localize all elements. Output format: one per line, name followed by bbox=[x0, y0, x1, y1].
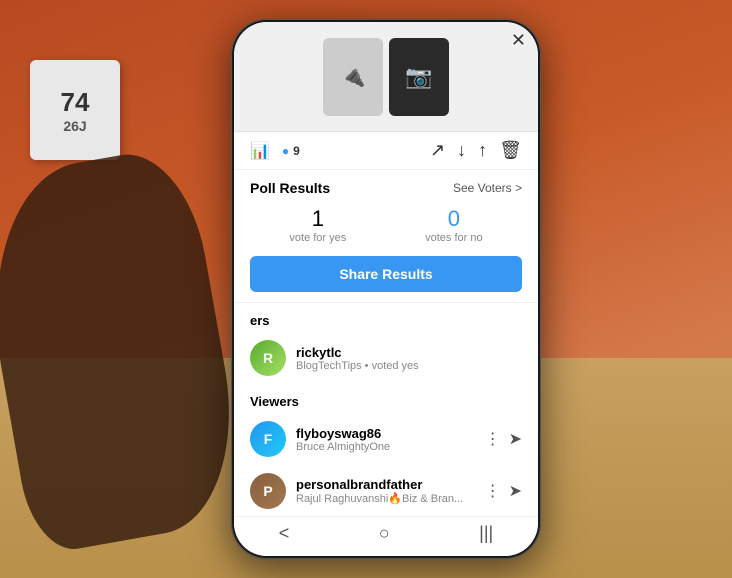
voter-row: R rickytlc BlogTechTips • voted yes bbox=[234, 332, 538, 384]
voter-name: rickytlc bbox=[296, 345, 522, 360]
poll-section: Poll Results See Voters > 1 vote for yes… bbox=[234, 170, 538, 303]
phone-wrapper: 🔌 📷 ✕ 📊 ● 9 ↗ ↓ ↑ 🗑 bbox=[231, 19, 541, 559]
home-button[interactable]: ○ bbox=[379, 523, 390, 544]
bottom-nav: < ○ ||| bbox=[234, 516, 538, 556]
viewer-2-sub: Rajul Raghuvanshi🔥Biz & Bran... bbox=[296, 492, 475, 505]
phone: 🔌 📷 ✕ 📊 ● 9 ↗ ↓ ↑ 🗑 bbox=[231, 19, 541, 559]
voters-label: ers bbox=[234, 303, 538, 332]
viewer-1-info: flyboyswag86 Bruce AlmightyOne bbox=[296, 426, 475, 453]
poll-title: Poll Results bbox=[250, 180, 330, 196]
avatar-1: F bbox=[250, 421, 286, 457]
viewer-1-actions: ⋮ ➤ bbox=[485, 429, 522, 449]
vote-no: 0 votes for no bbox=[425, 206, 482, 244]
story-thumbnails: 🔌 📷 bbox=[323, 38, 449, 116]
story-thumb-1: 🔌 bbox=[323, 38, 383, 116]
voter-info: rickytlc BlogTechTips • voted yes bbox=[296, 345, 522, 372]
avatar-2: P bbox=[250, 473, 286, 509]
poll-votes: 1 vote for yes 0 votes for no bbox=[250, 206, 522, 244]
views-count: ● 9 bbox=[282, 144, 300, 158]
more-options-icon[interactable]: ⋮ bbox=[485, 429, 501, 449]
no-count: 0 bbox=[425, 206, 482, 232]
share-icon[interactable]: ↑ bbox=[478, 140, 487, 161]
thermometer: 74 26J bbox=[30, 60, 120, 160]
viewer-row-1: F flyboyswag86 Bruce AlmightyOne ⋮ ➤ bbox=[234, 413, 538, 465]
close-button[interactable]: ✕ bbox=[511, 30, 526, 51]
yes-label: vote for yes bbox=[289, 232, 346, 244]
phone-screen: 🔌 📷 ✕ 📊 ● 9 ↗ ↓ ↑ 🗑 bbox=[234, 22, 538, 556]
viewers-label: Viewers bbox=[234, 384, 538, 413]
see-voters-link[interactable]: See Voters > bbox=[453, 181, 522, 195]
poll-header: Poll Results See Voters > bbox=[250, 180, 522, 196]
download-icon[interactable]: ↓ bbox=[457, 140, 466, 161]
menu-button[interactable]: ||| bbox=[479, 523, 493, 544]
voter-sub: BlogTechTips • voted yes bbox=[296, 360, 522, 372]
vote-yes: 1 vote for yes bbox=[289, 206, 346, 244]
share-results-button[interactable]: Share Results bbox=[250, 256, 522, 292]
action-bar: 📊 ● 9 ↗ ↓ ↑ 🗑 bbox=[234, 132, 538, 170]
viewer-2-actions: ⋮ ➤ bbox=[485, 481, 522, 501]
no-label: votes for no bbox=[425, 232, 482, 244]
send-icon-2[interactable]: ➤ bbox=[509, 481, 522, 501]
chart-icon[interactable]: 📊 bbox=[250, 141, 270, 161]
viewer-row-2: P personalbrandfather Rajul Raghuvanshi🔥… bbox=[234, 465, 538, 517]
story-area: 🔌 📷 ✕ bbox=[234, 22, 538, 132]
viewer-2-info: personalbrandfather Rajul Raghuvanshi🔥Bi… bbox=[296, 477, 475, 505]
send-icon[interactable]: ➤ bbox=[509, 429, 522, 449]
more-options-icon-2[interactable]: ⋮ bbox=[485, 481, 501, 501]
viewer-1-sub: Bruce AlmightyOne bbox=[296, 441, 475, 453]
back-button[interactable]: < bbox=[279, 523, 290, 544]
viewer-2-name: personalbrandfather bbox=[296, 477, 475, 492]
delete-icon[interactable]: 🗑 bbox=[499, 140, 522, 161]
yes-count: 1 bbox=[289, 206, 346, 232]
avatar: R bbox=[250, 340, 286, 376]
viewer-1-name: flyboyswag86 bbox=[296, 426, 475, 441]
trend-icon[interactable]: ↗ bbox=[430, 140, 445, 161]
story-thumb-2: 📷 bbox=[389, 38, 449, 116]
